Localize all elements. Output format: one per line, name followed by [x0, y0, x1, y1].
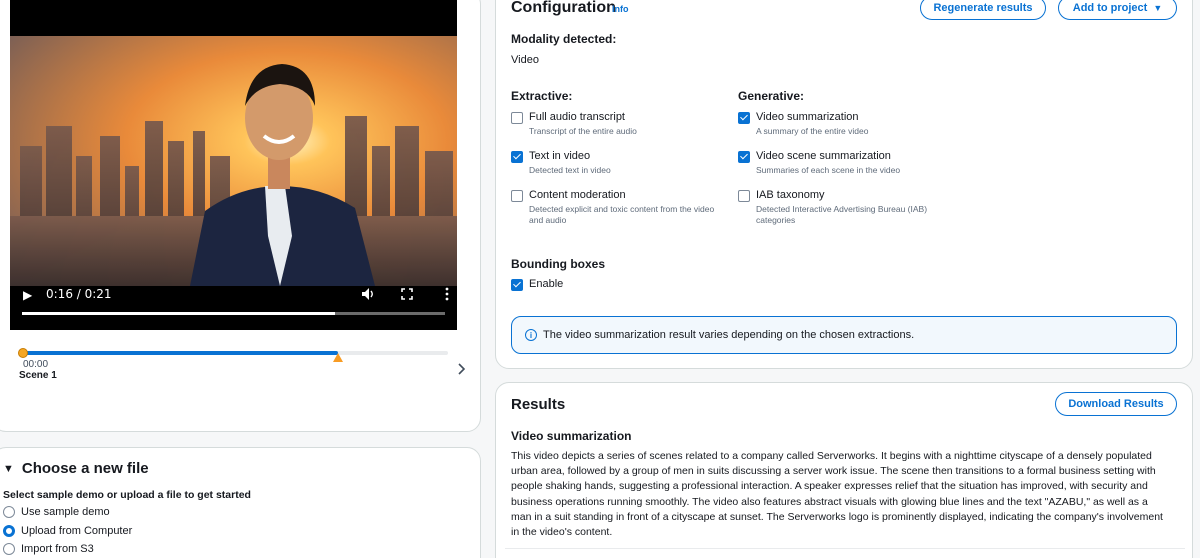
- divider: [505, 548, 1185, 549]
- option-title: Text in video: [529, 150, 591, 162]
- add-to-project-label: Add to project: [1072, 2, 1148, 14]
- configuration-card: [495, 0, 1193, 369]
- video-seek-bar[interactable]: [22, 312, 445, 315]
- video-controls: ▶ 0:16 / 0:21: [10, 282, 457, 330]
- radio-button[interactable]: [3, 543, 15, 555]
- download-results-button[interactable]: Download Results: [1055, 392, 1177, 416]
- timeline-start-handle[interactable]: [18, 348, 28, 358]
- timeline-current-marker[interactable]: [332, 353, 343, 362]
- option-description: A summary of the entire video: [756, 126, 869, 136]
- checkbox-checked[interactable]: [738, 112, 750, 124]
- regenerate-results-button[interactable]: Regenerate results: [920, 0, 1046, 20]
- choose-file-subtitle: Select sample demo or upload a file to g…: [3, 489, 251, 501]
- bounding-boxes-label: Bounding boxes: [511, 257, 605, 271]
- radio-button[interactable]: [3, 525, 15, 537]
- choose-file-header[interactable]: ▼ Choose a new file: [3, 460, 149, 477]
- scene-label: Scene 1: [19, 370, 57, 381]
- video-summarization-title: Video summarization: [511, 429, 632, 443]
- option-bounding-boxes-enable[interactable]: Enable: [511, 278, 563, 291]
- option-description: Summaries of each scene in the video: [756, 165, 901, 175]
- more-options-icon[interactable]: [443, 286, 451, 302]
- option-text-in-video[interactable]: Text in video Detected text in video: [511, 150, 726, 176]
- scene-start-time: 00:00: [23, 359, 49, 370]
- play-icon[interactable]: ▶: [23, 288, 32, 302]
- scene-timeline[interactable]: [18, 348, 448, 362]
- radio-option-s3[interactable]: Import from S3: [3, 543, 94, 555]
- radio-option-sample[interactable]: Use sample demo: [3, 506, 110, 518]
- choose-file-title: Choose a new file: [21, 460, 149, 477]
- radio-label: Import from S3: [21, 543, 94, 555]
- checkbox[interactable]: [511, 190, 523, 202]
- checkbox-checked[interactable]: [738, 151, 750, 163]
- modality-value: Video: [511, 54, 539, 66]
- checkbox-checked[interactable]: [511, 279, 523, 291]
- configuration-title: Configuration: [511, 0, 616, 16]
- regenerate-results-label: Regenerate results: [933, 2, 1033, 14]
- video-seek-progress: [22, 312, 336, 315]
- option-title: Content moderation: [529, 189, 626, 201]
- results-title: Results: [511, 396, 566, 413]
- chevron-right-icon[interactable]: [455, 362, 467, 376]
- radio-label: Use sample demo: [21, 506, 110, 518]
- option-description: Transcript of the entire audio: [529, 126, 637, 136]
- info-alert: i The video summarization result varies …: [511, 316, 1177, 354]
- modality-label: Modality detected:: [511, 32, 617, 46]
- option-video-summarization[interactable]: Video summarization A summary of the ent…: [738, 111, 968, 137]
- checkbox[interactable]: [738, 190, 750, 202]
- option-description: Detected text in video: [529, 165, 611, 175]
- radio-label: Upload from Computer: [21, 525, 133, 537]
- caret-down-icon: ▼: [1153, 3, 1163, 13]
- info-alert-text: The video summarization result varies de…: [543, 329, 915, 341]
- video-frame-image: [10, 36, 457, 286]
- volume-icon[interactable]: [360, 286, 376, 302]
- checkbox-checked[interactable]: [511, 151, 523, 163]
- video-summary-text: This video depicts a series of scenes re…: [511, 450, 1163, 539]
- info-icon: i: [525, 329, 537, 341]
- option-content-moderation[interactable]: Content moderation Detected explicit and…: [511, 189, 726, 226]
- option-title: IAB taxonomy: [756, 189, 825, 201]
- option-description: Detected explicit and toxic content from…: [529, 204, 715, 225]
- radio-option-upload[interactable]: Upload from Computer: [3, 525, 132, 537]
- generative-label: Generative:: [738, 89, 805, 103]
- fullscreen-icon[interactable]: [399, 286, 415, 302]
- extractive-label: Extractive:: [511, 89, 573, 103]
- option-title: Full audio transcript: [529, 111, 625, 123]
- option-title: Video scene summarization: [756, 150, 891, 162]
- option-description: Detected Interactive Advertising Bureau …: [756, 204, 928, 225]
- video-player[interactable]: ▶ 0:16 / 0:21: [10, 0, 457, 330]
- video-time: 0:16 / 0:21: [46, 287, 112, 301]
- checkbox[interactable]: [511, 112, 523, 124]
- option-video-scene-summarization[interactable]: Video scene summarization Summaries of e…: [738, 150, 968, 176]
- option-iab-taxonomy[interactable]: IAB taxonomy Detected Interactive Advert…: [738, 189, 968, 226]
- option-full-audio-transcript[interactable]: Full audio transcript Transcript of the …: [511, 111, 726, 137]
- radio-button[interactable]: [3, 506, 15, 518]
- add-to-project-button[interactable]: Add to project ▼: [1058, 0, 1177, 20]
- info-link[interactable]: Info: [612, 4, 629, 14]
- option-title: Video summarization: [756, 111, 859, 123]
- option-title: Enable: [529, 278, 564, 290]
- caret-down-icon: ▼: [3, 462, 14, 475]
- download-results-label: Download Results: [1068, 398, 1164, 410]
- timeline-progress: [23, 351, 338, 355]
